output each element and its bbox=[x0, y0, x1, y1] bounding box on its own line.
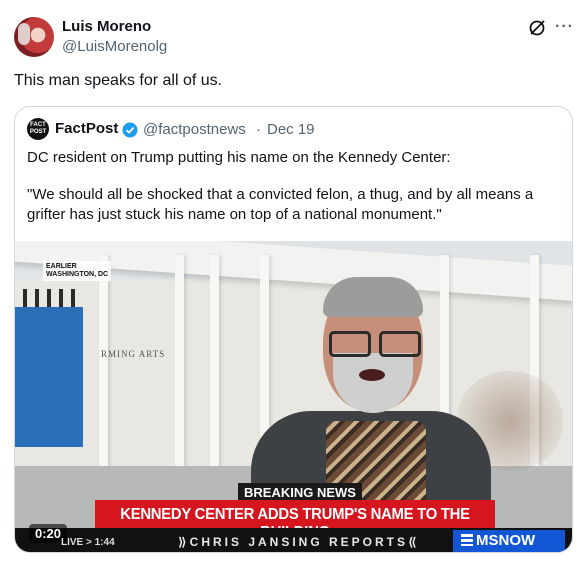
video-player[interactable]: RMING ARTS EARLIER WASHINGTON, DC BREAKI… bbox=[15, 241, 572, 552]
verified-badge-icon bbox=[122, 122, 138, 138]
building-windows bbox=[23, 289, 83, 307]
grok-icon[interactable] bbox=[528, 19, 546, 37]
live-indicator: LIVE > 1:44 bbox=[61, 537, 115, 548]
blue-banner bbox=[15, 307, 83, 447]
ticker-text: ⟫CHRIS JANSING REPORTS⟪ bbox=[178, 535, 420, 549]
quoted-tweet-card[interactable]: FACT POST FactPost @factpostnews · Dec 1… bbox=[14, 106, 573, 553]
tweet-text: This man speaks for all of us. bbox=[14, 72, 223, 89]
network-logo-icon bbox=[461, 534, 473, 546]
quoted-text-intro: DC resident on Trump putting his name on… bbox=[27, 149, 451, 166]
more-options-icon[interactable]: ··· bbox=[555, 18, 574, 36]
quoted-author-handle[interactable]: @factpostnews bbox=[143, 121, 246, 138]
building-sign: RMING ARTS bbox=[101, 349, 166, 359]
building-column bbox=[175, 255, 184, 485]
building-column bbox=[210, 255, 219, 485]
quoted-author-name[interactable]: FactPost bbox=[55, 120, 118, 137]
glasses bbox=[323, 331, 423, 357]
building-column bbox=[99, 255, 108, 485]
author-handle[interactable]: @LuisMorenolg bbox=[62, 38, 167, 55]
network-logo: MSNOW bbox=[453, 530, 565, 552]
author-avatar[interactable] bbox=[14, 17, 54, 57]
quoted-date[interactable]: Dec 19 bbox=[267, 121, 315, 138]
author-name[interactable]: Luis Moreno bbox=[62, 18, 151, 35]
location-tag: EARLIER WASHINGTON, DC bbox=[43, 261, 112, 281]
separator-dot: · bbox=[256, 121, 261, 138]
quoted-text-quote: "We should all be shocked that a convict… bbox=[27, 186, 534, 223]
quoted-author-avatar[interactable]: FACT POST bbox=[27, 118, 49, 140]
